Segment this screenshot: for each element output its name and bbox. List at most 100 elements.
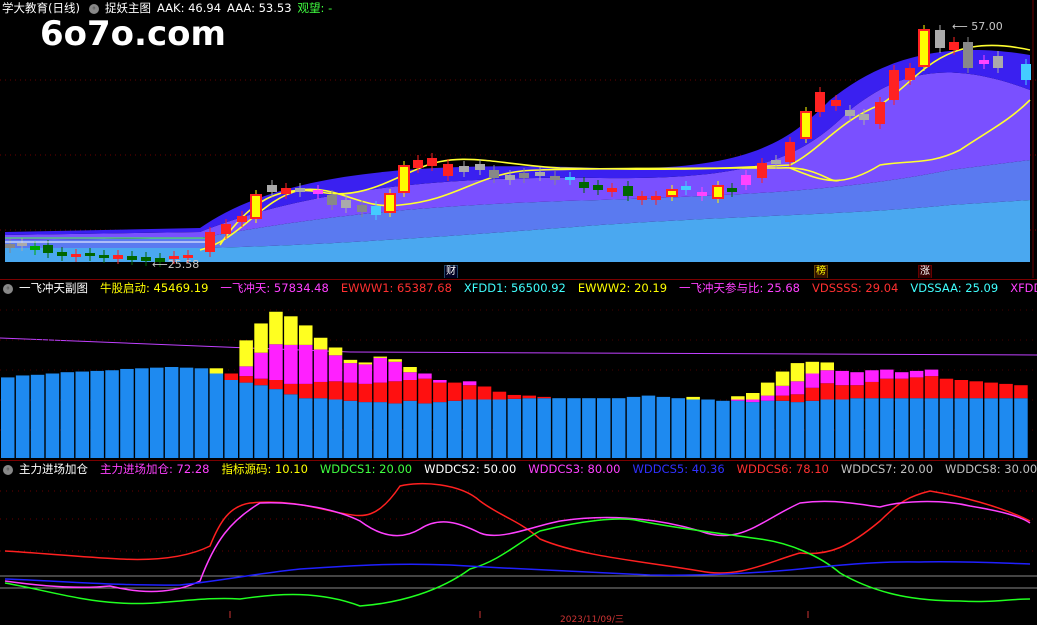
bottom-indicator-name[interactable]: 主力进场加仓 — [19, 462, 88, 476]
main-indicator-name[interactable]: 捉妖主图 — [105, 1, 151, 15]
volume-bar-magenta — [820, 370, 834, 384]
volume-bar-blue — [403, 400, 417, 458]
volume-bar-blue — [731, 400, 745, 458]
volume-bar-magenta — [775, 385, 790, 396]
sub-indicator-name[interactable]: 一飞冲天副图 — [19, 281, 88, 295]
candle-body — [905, 68, 915, 80]
volume-bar-magenta — [254, 352, 268, 379]
candle-body — [427, 158, 437, 166]
volume-bar-blue — [611, 398, 626, 458]
volume-bar-blue — [418, 403, 432, 458]
event-marker-limitup[interactable]: 涨 — [918, 265, 932, 278]
low-arrow-icon: ⟵ — [152, 258, 168, 271]
volume-bar-blue — [939, 398, 954, 458]
candle-body — [205, 232, 215, 252]
volume-bar-yellow — [805, 361, 820, 374]
candle-body — [949, 42, 959, 50]
volume-bar-blue — [582, 398, 596, 458]
volume-bar-blue — [507, 398, 522, 458]
event-marker-finance[interactable]: 财 — [444, 265, 458, 278]
sub-settings-icon[interactable]: ◦ — [3, 283, 13, 294]
watch-signal: 观望: - — [297, 1, 333, 15]
candle-body — [918, 29, 930, 67]
volume-bar-blue — [269, 389, 283, 458]
volume-bar-blue — [924, 398, 939, 458]
volume-bar-yellow — [343, 359, 358, 364]
cursor-date-label: 2023/11/09/三 — [560, 612, 624, 625]
volume-bar-magenta — [343, 363, 358, 383]
sub-chart-panel[interactable]: ◦ 一飞冲天副图 牛股启动: 45469.19 一飞冲天: 57834.48 EWWW1… — [0, 280, 1037, 460]
volume-bar-yellow — [731, 396, 745, 400]
sub-value-6: VDSSSS: 29.04 — [811, 281, 899, 295]
volume-bar-magenta — [373, 357, 387, 383]
volume-bar-yellow — [299, 325, 313, 345]
candle-body — [979, 60, 989, 64]
high-price-label: ⟵ 57.00 — [952, 20, 1003, 33]
candle-body — [741, 175, 751, 185]
bottom-settings-icon[interactable]: ◦ — [3, 464, 13, 475]
volume-bar-blue — [433, 402, 447, 458]
candle-body — [875, 102, 885, 124]
volume-bar-red — [537, 396, 551, 399]
volume-bar-magenta — [358, 364, 373, 384]
volume-bar-red — [373, 382, 387, 403]
volume-bar-blue — [969, 398, 983, 458]
volume-bar-magenta — [388, 361, 402, 382]
volume-bar-red — [492, 391, 507, 400]
volume-bar-yellow — [358, 362, 373, 365]
event-marker-ranking[interactable]: 榜 — [814, 265, 828, 278]
volume-bar-blue — [150, 367, 164, 458]
volume-bar-blue — [179, 367, 194, 458]
volume-bar-blue — [701, 399, 715, 458]
volume-bar-blue — [909, 398, 924, 458]
volume-bar-magenta — [462, 381, 477, 386]
volume-bar-blue — [254, 385, 268, 458]
bottom-value-4: WDDCS3: 80.00 — [528, 462, 621, 476]
volume-bar-magenta — [313, 349, 328, 382]
volume-bar-red — [835, 385, 849, 400]
bottom-indicator-values: 主力进场加仓: 72.28 指标源码: 10.10 WDDCS1: 20.00 WDD… — [94, 462, 1037, 476]
volume-bar-red — [954, 380, 969, 399]
volume-bar-red — [239, 376, 253, 383]
volume-bar-red — [984, 382, 998, 399]
candle-body — [313, 190, 323, 194]
volume-bar-red — [462, 385, 477, 400]
volume-bar-blue — [135, 368, 149, 458]
sub-value-4: EWWW2: 20.19 — [577, 281, 668, 295]
candle-body — [17, 243, 27, 246]
candle-body — [651, 196, 661, 200]
bottom-chart-panel[interactable]: ◦ 主力进场加仓 主力进场加仓: 72.28 指标源码: 10.10 WDDCS1: 2… — [0, 461, 1037, 618]
candle-body — [859, 114, 869, 120]
candle-body — [963, 42, 973, 68]
volume-bar-yellow — [209, 368, 224, 374]
volume-bar-magenta — [760, 395, 775, 401]
volume-bar-magenta — [746, 399, 760, 403]
volume-bar-red — [820, 383, 834, 400]
sub-value-3: XFDD1: 56500.92 — [463, 281, 566, 295]
volume-bar-magenta — [924, 369, 939, 377]
candle-body — [505, 175, 515, 180]
settings-circle-icon[interactable]: ◦ — [88, 3, 99, 14]
volume-bar-blue — [835, 399, 849, 458]
volume-bar-red — [865, 381, 879, 399]
volume-bar-magenta — [284, 344, 298, 384]
volume-bar-yellow — [746, 393, 760, 400]
volume-bar-red — [418, 378, 432, 404]
event-finance-label: 财 — [446, 266, 456, 277]
candle-body — [357, 205, 367, 212]
main-chart-panel[interactable]: 学大教育(日线) ◦ 捉妖主图 AAK: 46.94 AAA: 53.53 观望: - 6… — [0, 0, 1037, 278]
volume-bar-blue — [522, 398, 536, 458]
volume-bar-red — [850, 385, 864, 399]
volume-bar-blue — [850, 398, 864, 458]
volume-bar-yellow — [403, 367, 417, 373]
volume-bar-magenta — [835, 370, 849, 386]
volume-bar-red — [254, 378, 268, 386]
volume-bar-magenta — [299, 344, 313, 384]
candle-body — [935, 30, 945, 48]
candle-body — [623, 186, 633, 196]
volume-bar-red — [895, 378, 909, 399]
volume-bar-magenta — [790, 381, 805, 395]
volume-bar-blue — [209, 373, 224, 458]
candle-body — [30, 246, 40, 250]
candle-body — [550, 176, 560, 180]
